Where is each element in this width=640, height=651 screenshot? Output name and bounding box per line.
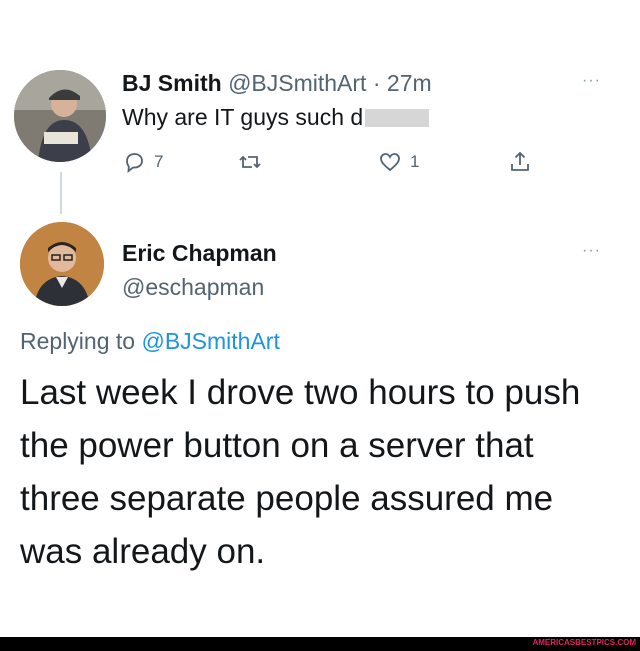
share-button[interactable] xyxy=(508,150,532,174)
avatar-eric-chapman[interactable] xyxy=(20,222,104,306)
tweet-text-content: Why are IT guys such d xyxy=(122,104,364,130)
reply-icon xyxy=(126,153,143,173)
footer-bar: AMERICASBESTPICS.COM xyxy=(0,637,640,651)
replying-prefix: Replying to xyxy=(20,328,136,354)
like-button[interactable]: 1 xyxy=(378,150,419,174)
author-handle[interactable]: @eschapman xyxy=(122,274,264,301)
reply-button[interactable]: 7 xyxy=(122,150,163,174)
tweet-text: Last week I drove two hours to push the … xyxy=(20,373,581,571)
like-count: 1 xyxy=(410,152,420,171)
watermark: AMERICASBESTPICS.COM xyxy=(532,638,636,647)
reply-count: 7 xyxy=(154,152,164,171)
avatar-bj-smith[interactable] xyxy=(14,70,106,162)
retweet-button[interactable] xyxy=(238,150,262,174)
more-options-icon[interactable]: ··· xyxy=(582,72,601,90)
author-name[interactable]: Eric Chapman xyxy=(122,240,277,267)
thread-line xyxy=(60,172,62,214)
retweet-icon xyxy=(239,155,261,169)
separator: · xyxy=(372,70,381,96)
replying-to-line: Replying to @BJSmithArt xyxy=(20,328,280,355)
like-icon xyxy=(380,153,400,172)
share-icon xyxy=(511,151,529,171)
more-options-icon[interactable]: ··· xyxy=(582,242,601,260)
tweet-header: BJ Smith @BJSmithArt · 27m xyxy=(122,70,432,97)
redaction-block xyxy=(365,109,430,127)
tweet-text: Why are IT guys such d xyxy=(122,104,430,131)
timestamp[interactable]: 27m xyxy=(387,70,432,96)
replying-mention-link[interactable]: @BJSmithArt xyxy=(141,328,279,354)
author-handle[interactable]: @BJSmithArt xyxy=(228,70,366,96)
author-name[interactable]: BJ Smith xyxy=(122,70,222,96)
